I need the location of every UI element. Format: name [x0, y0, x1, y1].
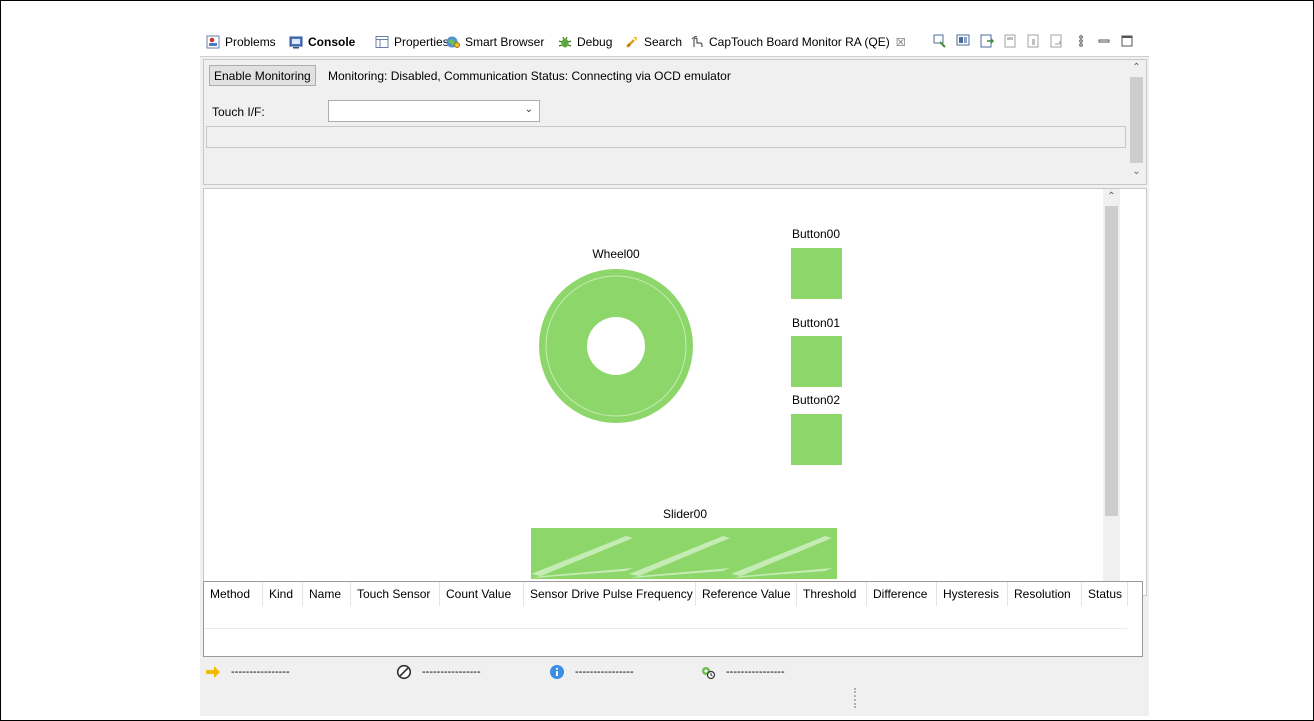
monitoring-status-text: Monitoring: Disabled, Communication Stat…	[328, 69, 731, 83]
column-header[interactable]: Status	[1082, 582, 1128, 606]
status-text: ----------------	[422, 666, 481, 678]
table-header: Method Kind Name Touch Sensor Count Valu…	[204, 582, 1128, 606]
column-header[interactable]: Method	[204, 582, 263, 606]
scrollbar-thumb[interactable]	[1105, 206, 1118, 516]
status-text: ----------------	[231, 666, 290, 678]
more-options-icon[interactable]	[1074, 34, 1088, 48]
touch-layout-canvas: Wheel00 Button00 Button01 Button02 Slide…	[203, 188, 1147, 596]
tab-label: Console	[308, 35, 356, 49]
problems-icon	[206, 35, 220, 49]
column-header[interactable]: Reference Value	[696, 582, 797, 606]
captouch-icon	[691, 35, 703, 47]
maximize-icon[interactable]	[1120, 34, 1134, 48]
button00-sensor[interactable]	[791, 248, 842, 299]
wheel-sensor[interactable]	[536, 266, 696, 426]
chevron-down-icon: ⌄	[524, 104, 533, 115]
column-header[interactable]: Touch Sensor	[351, 582, 440, 606]
gear-network-icon	[702, 667, 716, 680]
arrow-right-icon	[206, 666, 220, 678]
column-header[interactable]: Sensor Drive Pulse Frequency	[524, 582, 696, 606]
import-disabled-icon	[1050, 34, 1062, 48]
minimize-icon[interactable]	[1097, 34, 1111, 48]
table-row-divider	[204, 628, 1127, 629]
status-item: ----------------	[205, 664, 290, 680]
button00-label: Button00	[791, 227, 841, 241]
tab-label: Properties	[394, 35, 449, 49]
sensor-values-table: Method Kind Name Touch Sensor Count Valu…	[203, 581, 1143, 657]
tab-debug[interactable]: Debug	[558, 33, 612, 51]
debug-icon	[558, 36, 572, 48]
status-bar: ---------------- ---------------- ------…	[200, 658, 1149, 716]
column-header[interactable]: Resolution	[1008, 582, 1082, 606]
view-tab-bar: Problems Console Properties Smart Browse…	[200, 26, 1149, 57]
search-icon	[626, 37, 637, 48]
column-header[interactable]: Kind	[263, 582, 303, 606]
button02-sensor[interactable]	[791, 414, 842, 465]
tab-properties[interactable]: Properties	[375, 33, 449, 51]
column-header[interactable]: Threshold	[797, 582, 867, 606]
tab-search[interactable]: Search	[625, 33, 682, 51]
captouch-board-monitor-view: Problems Console Properties Smart Browse…	[200, 26, 1149, 716]
slider-label: Slider00	[662, 507, 708, 521]
scroll-down-icon[interactable]: ⌄	[1128, 166, 1145, 177]
tab-label: Debug	[577, 35, 613, 49]
tab-label: CapTouch Board Monitor RA (QE)	[709, 35, 890, 49]
close-tab-icon[interactable]: ☒	[896, 36, 906, 49]
top-panel-scrollbar[interactable]: ⌃ ⌄	[1128, 60, 1145, 182]
load-disabled-icon	[1027, 34, 1039, 48]
status-item: ----------------	[396, 664, 481, 680]
tab-console[interactable]: Console	[289, 33, 355, 51]
scrollbar-thumb[interactable]	[1130, 77, 1143, 163]
button01-sensor[interactable]	[791, 336, 842, 387]
column-header[interactable]: Name	[303, 582, 351, 606]
tab-captouch-board-monitor[interactable]: CapTouch Board Monitor RA (QE) ☒	[690, 33, 906, 51]
monitoring-controls-panel: Enable Monitoring Monitoring: Disabled, …	[203, 59, 1147, 185]
tab-label: Search	[644, 35, 683, 49]
slider-sensor[interactable]	[531, 528, 837, 579]
smart-browser-icon	[446, 36, 460, 48]
tab-label: Smart Browser	[465, 35, 545, 49]
pin-view-icon[interactable]	[933, 34, 947, 48]
message-field	[206, 126, 1126, 148]
no-entry-icon	[396, 664, 412, 680]
save-disabled-icon	[1004, 34, 1016, 48]
display-icon[interactable]	[956, 34, 970, 48]
enable-monitoring-button[interactable]: Enable Monitoring	[209, 65, 316, 86]
status-text: ----------------	[726, 666, 785, 678]
scroll-up-icon[interactable]: ⌃	[1128, 62, 1145, 73]
button02-label: Button02	[791, 393, 841, 407]
status-item: ----------------	[700, 664, 785, 680]
column-header[interactable]: Count Value	[440, 582, 524, 606]
tab-smart-browser[interactable]: Smart Browser	[446, 33, 544, 51]
console-icon	[289, 36, 303, 49]
wheel-label: Wheel00	[592, 247, 640, 261]
info-icon	[550, 665, 564, 679]
button01-label: Button01	[791, 316, 841, 330]
properties-icon	[375, 36, 389, 48]
export-icon[interactable]	[980, 34, 994, 48]
status-text: ----------------	[575, 666, 634, 678]
tab-problems[interactable]: Problems	[206, 33, 276, 51]
tab-label: Problems	[225, 35, 276, 49]
touch-if-select[interactable]: ⌄	[328, 100, 540, 122]
canvas-scrollbar[interactable]: ⌃ ⌄	[1103, 189, 1120, 593]
status-item: ----------------	[549, 664, 634, 680]
scroll-up-icon[interactable]: ⌃	[1103, 191, 1120, 202]
column-header[interactable]: Hysteresis	[937, 582, 1008, 606]
status-bar-grip[interactable]	[854, 688, 858, 708]
column-header[interactable]: Difference	[867, 582, 937, 606]
touch-if-label: Touch I/F:	[212, 105, 265, 119]
